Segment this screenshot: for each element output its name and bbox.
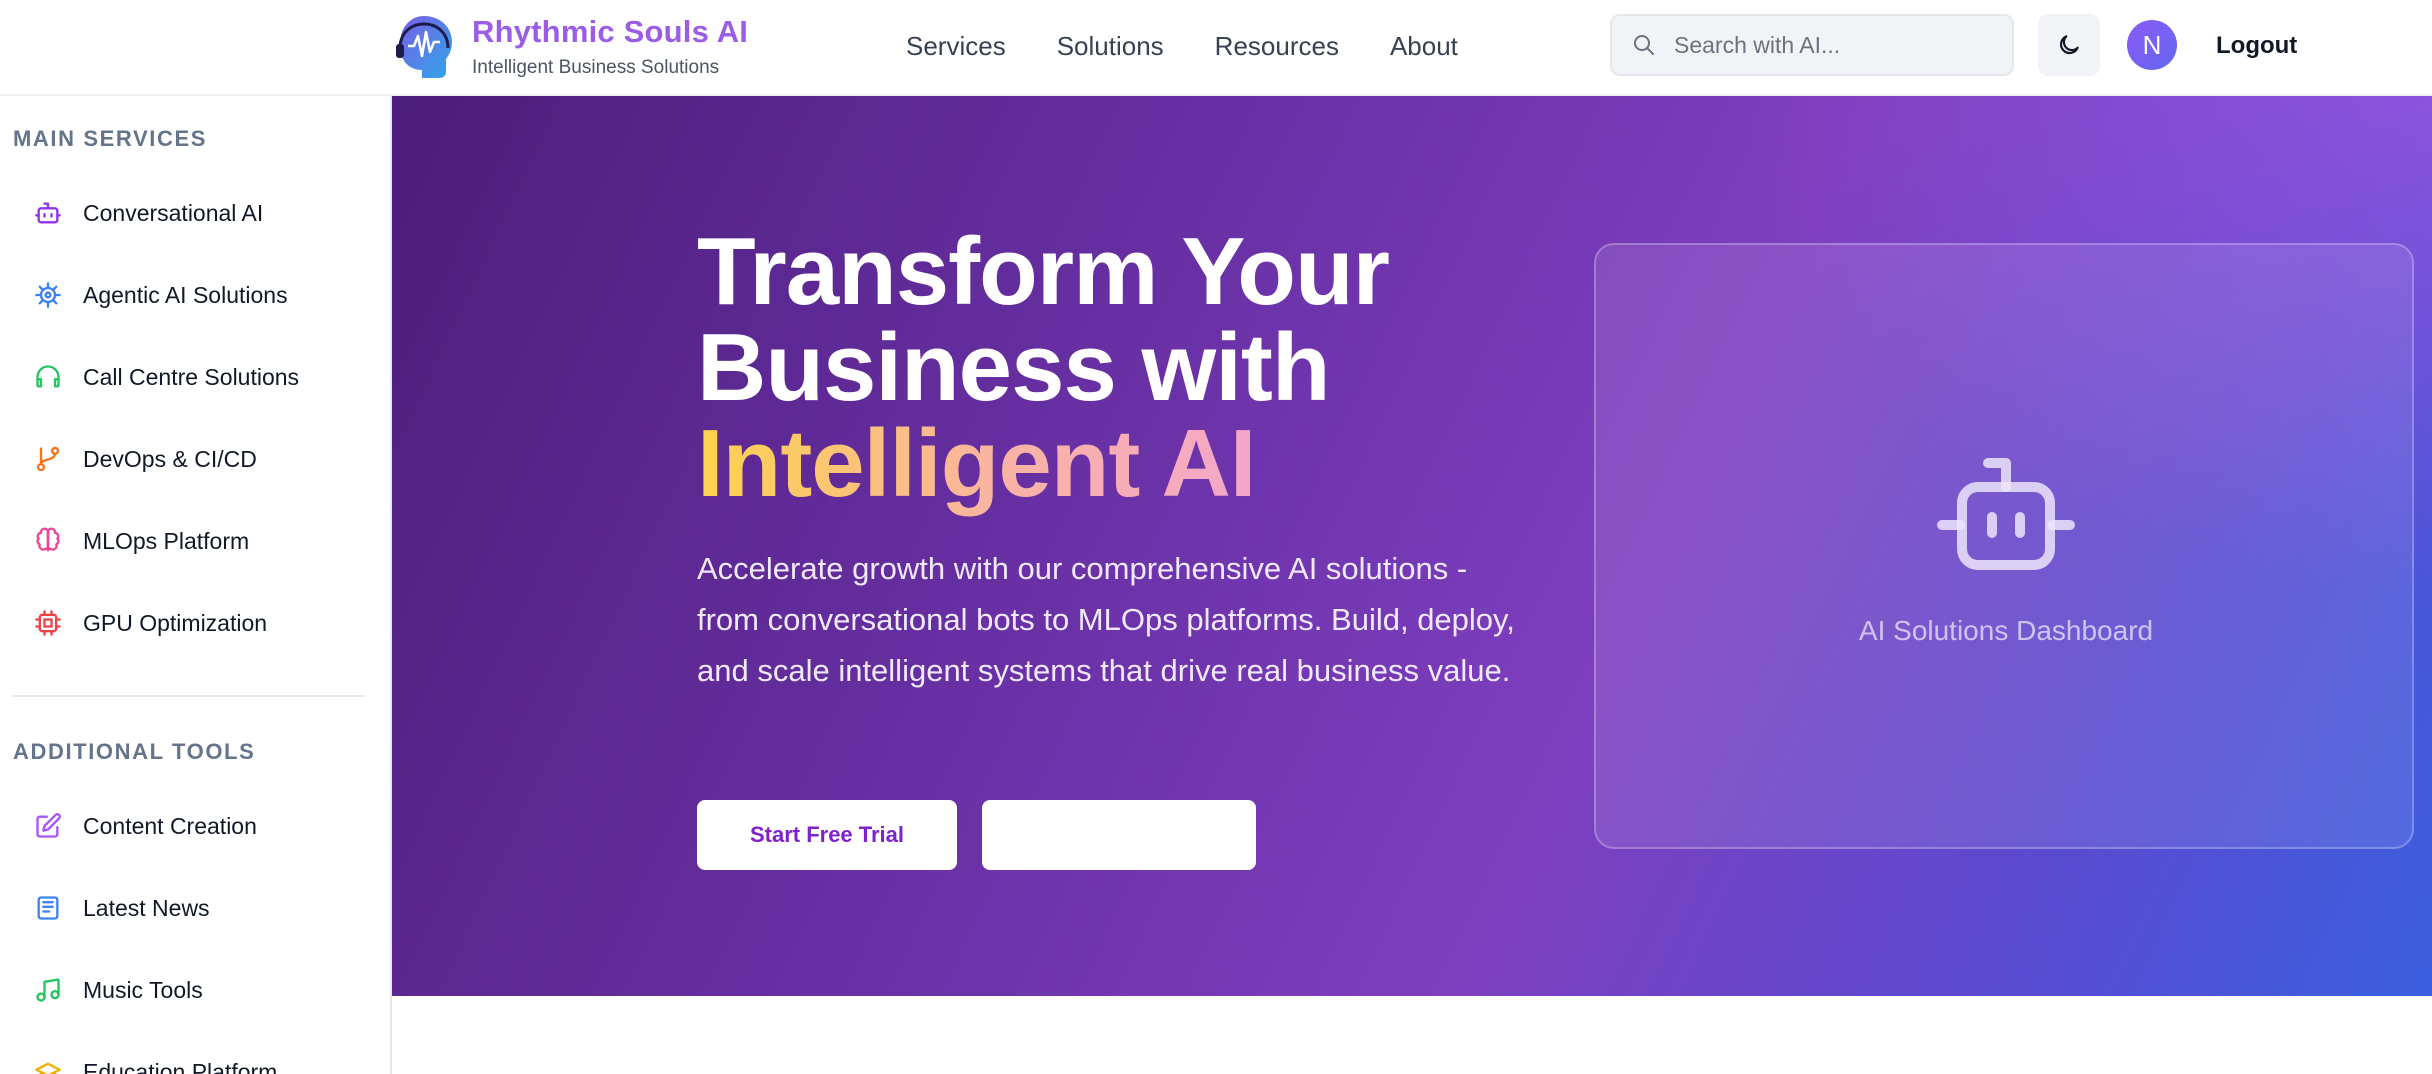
hero-section: Transform Your Business with Intelligent… <box>392 96 2432 996</box>
theme-toggle-button[interactable] <box>2038 14 2100 76</box>
cpu-icon <box>33 608 63 638</box>
search-icon <box>1634 35 1654 55</box>
hero-description: Accelerate growth with our comprehensive… <box>697 551 1515 688</box>
sidebar: MAIN SERVICES Conversational AI Agentic … <box>0 96 392 1074</box>
sidebar-item-education[interactable]: Education Platform <box>13 1042 365 1074</box>
headphones-icon <box>33 362 63 392</box>
sidebar-item-agentic-ai[interactable]: Agentic AI Solutions <box>13 265 365 325</box>
sidebar-item-label: Latest News <box>83 894 210 921</box>
secondary-cta-button[interactable] <box>982 800 1256 870</box>
start-free-trial-button[interactable]: Start Free Trial <box>697 800 957 870</box>
music-icon <box>33 975 63 1005</box>
sidebar-item-label: GPU Optimization <box>83 609 268 636</box>
brain-icon <box>33 526 63 556</box>
sidebar-item-conversational-ai[interactable]: Conversational AI <box>13 183 365 243</box>
sidebar-item-music-tools[interactable]: Music Tools <box>13 960 365 1020</box>
sidebar-item-latest-news[interactable]: Latest News <box>13 878 365 938</box>
sidebar-item-label: Call Centre Solutions <box>83 363 300 390</box>
avatar[interactable]: N <box>2127 20 2177 70</box>
sidebar-item-label: DevOps & CI/CD <box>83 445 257 472</box>
nav-solutions[interactable]: Solutions <box>1057 28 1164 64</box>
sidebar-item-label: Content Creation <box>83 812 257 839</box>
sidebar-item-content-creation[interactable]: Content Creation <box>13 796 365 856</box>
git-branch-icon <box>33 444 63 474</box>
sidebar-section-main-services: MAIN SERVICES <box>13 126 207 151</box>
sidebar-item-devops[interactable]: DevOps & CI/CD <box>13 429 365 489</box>
sidebar-item-mlops[interactable]: MLOps Platform <box>13 511 365 571</box>
sidebar-item-label: Education Platform <box>83 1058 278 1074</box>
sidebar-divider <box>13 695 365 697</box>
search-input[interactable] <box>1674 31 1994 59</box>
sidebar-item-label: Agentic AI Solutions <box>83 281 288 308</box>
dashboard-preview-card: AI Solutions Dashboard <box>1594 243 2414 849</box>
moon-icon <box>2059 35 2079 55</box>
nav-services[interactable]: Services <box>906 28 1006 64</box>
hero-title-line-2: Business with <box>697 314 1330 421</box>
edit-icon <box>33 811 63 841</box>
nav-resources[interactable]: Resources <box>1215 28 1339 64</box>
hero-title-line-1: Transform Your <box>697 218 1390 325</box>
sidebar-item-call-centre[interactable]: Call Centre Solutions <box>13 347 365 407</box>
brand-logo-icon <box>396 16 452 78</box>
brand-subtitle: Intelligent Business Solutions <box>472 57 720 78</box>
bot-icon <box>1937 458 2075 570</box>
gear-icon <box>33 280 63 310</box>
sidebar-section-additional-tools: ADDITIONAL TOOLS <box>13 739 256 764</box>
search-box[interactable] <box>1610 14 2014 76</box>
top-header: Rhythmic Souls AI Intelligent Business S… <box>0 0 2432 96</box>
logout-button[interactable]: Logout <box>2216 28 2297 64</box>
sidebar-item-label: Music Tools <box>83 976 203 1003</box>
nav-about[interactable]: About <box>1390 28 1458 64</box>
graduation-cap-icon <box>33 1057 63 1074</box>
hero-title: Transform Your Business with Intelligent… <box>697 224 1457 512</box>
bot-icon <box>33 198 63 228</box>
newspaper-icon <box>33 893 63 923</box>
brand[interactable]: Rhythmic Souls AI Intelligent Business S… <box>394 12 748 80</box>
brand-title: Rhythmic Souls AI <box>472 14 749 49</box>
hero-title-accent: Intelligent AI <box>697 410 1256 517</box>
sidebar-item-label: Conversational AI <box>83 199 264 226</box>
main-nav: Services Solutions Resources About <box>906 28 1509 64</box>
sidebar-item-label: MLOps Platform <box>83 527 250 554</box>
dashboard-label: AI Solutions Dashboard <box>1858 615 2154 646</box>
sidebar-item-gpu[interactable]: GPU Optimization <box>13 593 365 653</box>
